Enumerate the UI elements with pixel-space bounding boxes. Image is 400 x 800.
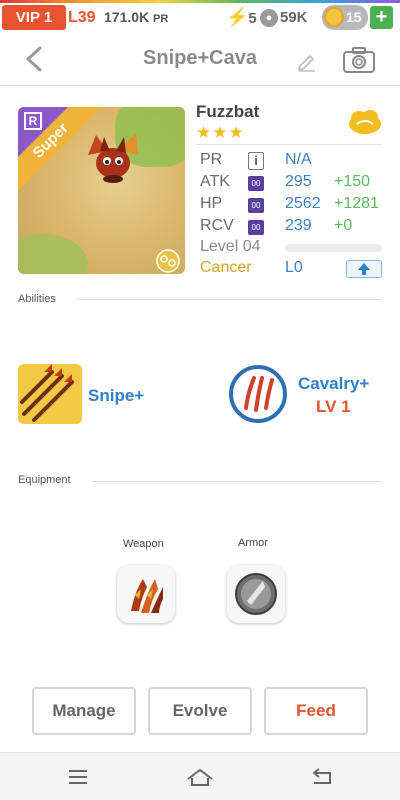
level-progress-bar [285, 244, 382, 252]
bolt-icon: ⚡ [226, 7, 249, 27]
home-icon[interactable] [186, 767, 214, 787]
arrows-icon [18, 364, 82, 424]
energy-counter[interactable]: ⚡5 [226, 5, 257, 30]
system-nav-bar [0, 752, 400, 800]
pencil-icon[interactable] [296, 50, 318, 72]
stat-bonus: +150 [334, 173, 371, 190]
stat-value: 2562 [285, 195, 321, 212]
stat-row-pr: PR i N/A [200, 151, 386, 173]
back-nav-icon[interactable] [310, 767, 334, 787]
paw-value: 59K [280, 9, 308, 26]
cavalry-ability-level: LV 1 [316, 397, 351, 416]
stat-row-atk: ATK 00 295 +150 [200, 173, 386, 195]
armor-slot[interactable] [227, 565, 285, 623]
star-rating: ★★★ [196, 123, 245, 142]
stat-value: N/A [285, 151, 312, 168]
back-arrow-icon[interactable] [20, 43, 50, 75]
stat-label: HP [200, 195, 223, 212]
energy-value: 5 [248, 10, 257, 27]
portrait-grass [18, 234, 88, 274]
zodiac-label: Cancer [200, 259, 252, 276]
stat-tag: 00 [248, 220, 264, 235]
stat-label: PR [200, 151, 223, 168]
abilities-heading: Abilities [18, 293, 56, 305]
snipe-ability-icon[interactable] [18, 364, 82, 424]
pet-sprite-icon [88, 133, 138, 183]
stat-value: 239 [285, 217, 312, 234]
power-rating-value: 171.0K [104, 9, 150, 25]
power-rating: 171.0K PR [104, 5, 168, 30]
pet-name: Fuzzbat [196, 102, 260, 121]
stat-bonus: +1281 [334, 195, 379, 212]
camera-icon[interactable] [342, 46, 376, 74]
paw-icon: ● [260, 9, 278, 28]
divider [196, 144, 382, 145]
stat-row-hp: HP 00 2562 +1281 [200, 195, 386, 217]
vip-badge[interactable]: VIP 1 [2, 5, 66, 30]
arrow-up-icon [358, 263, 370, 275]
feed-button[interactable]: Feed [264, 687, 368, 735]
status-accent-strip [0, 0, 400, 3]
menu-icon[interactable] [66, 767, 90, 787]
stat-label: RCV [200, 217, 234, 234]
page-title: Snipe+Cava [143, 47, 257, 69]
snipe-ability-label[interactable]: Snipe+ [88, 386, 144, 406]
upgrade-zodiac-button[interactable] [346, 260, 382, 278]
divider [76, 299, 382, 300]
weapon-slot[interactable] [117, 565, 175, 623]
stat-tag: 00 [248, 198, 264, 213]
power-rating-unit: PR [153, 13, 169, 25]
coin-counter[interactable]: 15 [322, 5, 368, 30]
level-label: Level 04 [200, 238, 261, 255]
coin-value: 15 [346, 9, 362, 25]
stat-row-rcv: RCV 00 239 +0 [200, 217, 386, 239]
coin-icon [324, 7, 344, 28]
divider [92, 481, 382, 482]
info-icon[interactable]: i [248, 152, 264, 170]
shield-armor-icon [235, 573, 277, 615]
weapon-label: Weapon [123, 538, 164, 550]
rarity-badge: R [24, 112, 42, 130]
level-row: Level 04 [200, 238, 386, 260]
cancer-zodiac-icon [156, 249, 180, 273]
claw-ability-icon[interactable] [228, 364, 288, 424]
player-level: L39 [68, 9, 96, 26]
zodiac-row: Cancer L0 [200, 259, 386, 281]
page-header: Snipe+Cava [0, 33, 400, 86]
stat-bonus: +0 [334, 217, 353, 234]
paw-counter[interactable]: ● 59K [260, 5, 308, 30]
stat-label: ATK [200, 173, 230, 190]
add-coins-button[interactable]: + [370, 6, 393, 29]
stat-value: 295 [285, 173, 312, 190]
claw-weapon-icon [131, 579, 163, 613]
stat-tag: 00 [248, 176, 264, 191]
manage-button[interactable]: Manage [32, 687, 136, 735]
cloud-element-icon[interactable] [347, 108, 383, 136]
armor-label: Armor [238, 537, 268, 549]
evolve-button[interactable]: Evolve [148, 687, 252, 735]
status-bar: VIP 1 L39 171.0K PR ⚡5 ● 59K 15 + [0, 0, 400, 33]
pet-portrait[interactable]: Super R [18, 107, 185, 274]
zodiac-level: L0 [285, 259, 303, 276]
cavalry-ability-label[interactable]: Cavalry+ [298, 374, 388, 394]
equipment-heading: Equipment [18, 474, 71, 486]
